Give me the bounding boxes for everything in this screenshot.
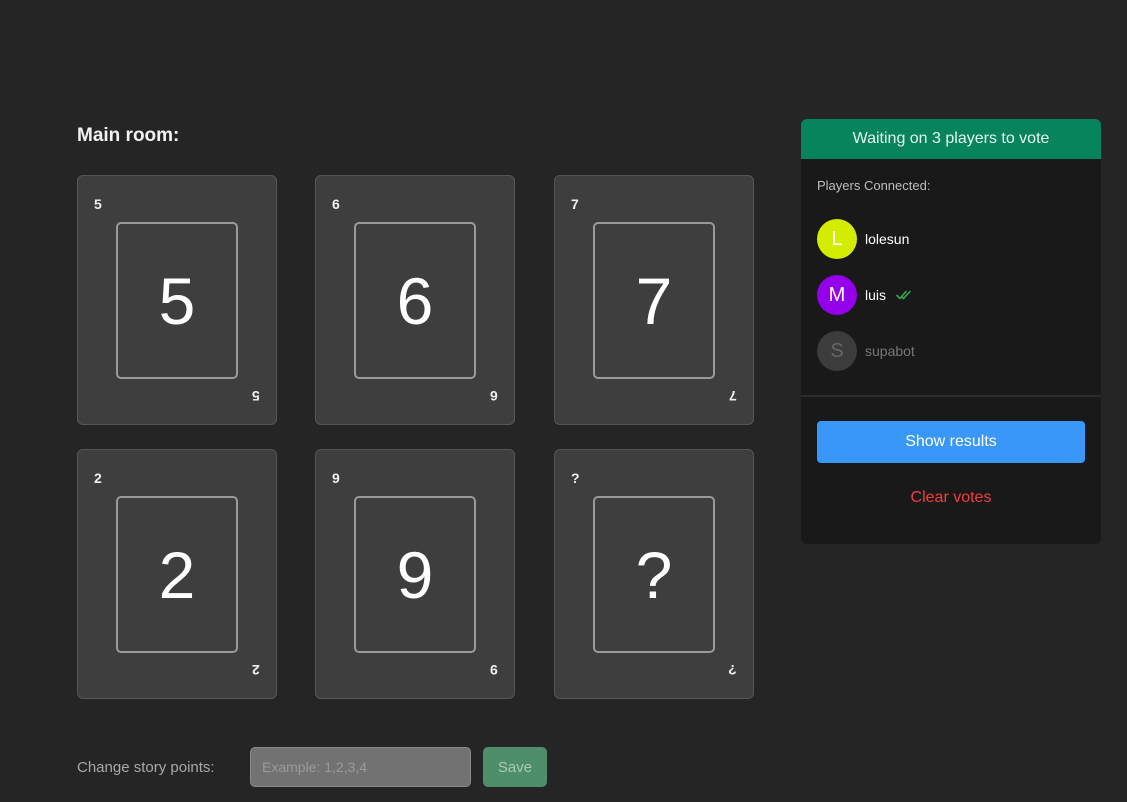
card-face: 9	[354, 496, 476, 653]
card-face: ?	[593, 496, 715, 653]
player-name: lolesun	[865, 231, 910, 247]
card-value: 5	[158, 263, 196, 338]
card-value: 9	[396, 537, 434, 612]
card-corner-top: 7	[571, 196, 579, 212]
player-name: luis	[865, 287, 887, 303]
vote-card-question[interactable]: ? ? ?	[554, 449, 754, 699]
double-check-icon	[896, 290, 911, 300]
room-title: Main room:	[77, 125, 180, 146]
story-points-label: Change story points:	[77, 759, 215, 776]
card-corner-bottom: 9	[490, 662, 498, 678]
card-face: 5	[116, 222, 238, 379]
show-results-button[interactable]: Show results	[817, 421, 1085, 463]
card-value: 7	[635, 263, 673, 338]
vote-card-2[interactable]: 2 2 2	[77, 449, 277, 699]
player-item-lolesun: L lolesun	[817, 219, 909, 259]
avatar: S	[817, 331, 857, 371]
card-value: 6	[396, 263, 434, 338]
card-corner-bottom: 5	[252, 388, 260, 404]
players-panel: Waiting on 3 players to vote Players Con…	[801, 119, 1101, 544]
save-button[interactable]: Save	[483, 747, 547, 787]
card-corner-top: 6	[332, 196, 340, 212]
voting-status-header: Waiting on 3 players to vote	[801, 119, 1101, 159]
players-connected-label: Players Connected:	[817, 178, 931, 193]
card-corner-top: 9	[332, 470, 340, 486]
avatar: M	[817, 275, 857, 315]
card-corner-top: 5	[94, 196, 102, 212]
avatar: L	[817, 219, 857, 259]
story-points-input[interactable]	[250, 747, 471, 787]
player-item-luis: M luis	[817, 275, 914, 315]
vote-card-5[interactable]: 5 5 5	[77, 175, 277, 425]
player-item-supabot: S supabot	[817, 331, 915, 371]
card-corner-top: 2	[94, 470, 102, 486]
vote-card-9[interactable]: 9 9 9	[315, 449, 515, 699]
card-corner-top: ?	[571, 470, 580, 486]
card-corner-bottom: 2	[252, 662, 260, 678]
player-name: supabot	[865, 343, 915, 359]
card-value: ?	[635, 537, 673, 612]
vote-card-6[interactable]: 6 6 6	[315, 175, 515, 425]
card-value: 2	[158, 537, 196, 612]
app-root: Main room: 5 5 5 6 6 6 7 7 7 2 2 2 9 9 9…	[0, 0, 1127, 802]
panel-divider	[801, 395, 1101, 397]
card-corner-bottom: 6	[490, 388, 498, 404]
clear-votes-button[interactable]: Clear votes	[801, 489, 1101, 507]
card-face: 6	[354, 222, 476, 379]
card-face: 7	[593, 222, 715, 379]
card-corner-bottom: ?	[728, 662, 737, 678]
card-face: 2	[116, 496, 238, 653]
card-corner-bottom: 7	[729, 388, 737, 404]
vote-card-7[interactable]: 7 7 7	[554, 175, 754, 425]
